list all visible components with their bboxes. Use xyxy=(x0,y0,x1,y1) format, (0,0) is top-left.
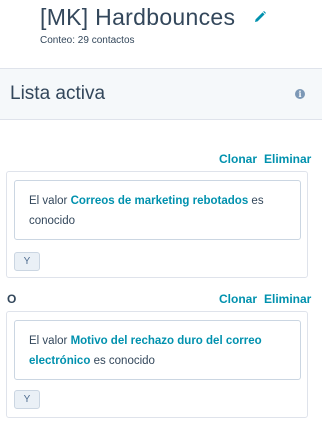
filter-group: El valor Motivo del rechazo duro del cor… xyxy=(6,311,308,418)
pencil-icon[interactable] xyxy=(253,10,267,24)
filter-group: El valor Correos de marketing rebotados … xyxy=(6,171,308,278)
and-button[interactable]: Y xyxy=(14,252,40,271)
clone-button[interactable]: Clonar xyxy=(219,292,257,306)
clone-button[interactable]: Clonar xyxy=(219,152,257,166)
filter-prefix: El valor xyxy=(29,195,68,207)
filter-card[interactable]: El valor Motivo del rechazo duro del cor… xyxy=(14,320,301,380)
delete-button[interactable]: Eliminar xyxy=(264,152,311,166)
filter-property-link[interactable]: Correos de marketing rebotados xyxy=(71,195,249,207)
contact-count: Conteo: 29 contactos xyxy=(40,35,135,46)
list-status-bar: Lista activa i xyxy=(0,68,322,120)
delete-button[interactable]: Eliminar xyxy=(264,292,311,306)
or-separator: O xyxy=(7,292,17,306)
info-icon[interactable]: i xyxy=(295,89,305,99)
list-header: [MK] Hardbounces Conteo: 29 contactos xyxy=(0,0,322,68)
filter-card[interactable]: El valor Correos de marketing rebotados … xyxy=(14,180,301,240)
filter-condition: es conocido xyxy=(93,355,155,367)
page-title: [MK] Hardbounces xyxy=(40,4,236,30)
filter-prefix: El valor xyxy=(29,335,68,347)
and-button[interactable]: Y xyxy=(14,390,40,409)
list-status-label: Lista activa xyxy=(10,83,106,104)
